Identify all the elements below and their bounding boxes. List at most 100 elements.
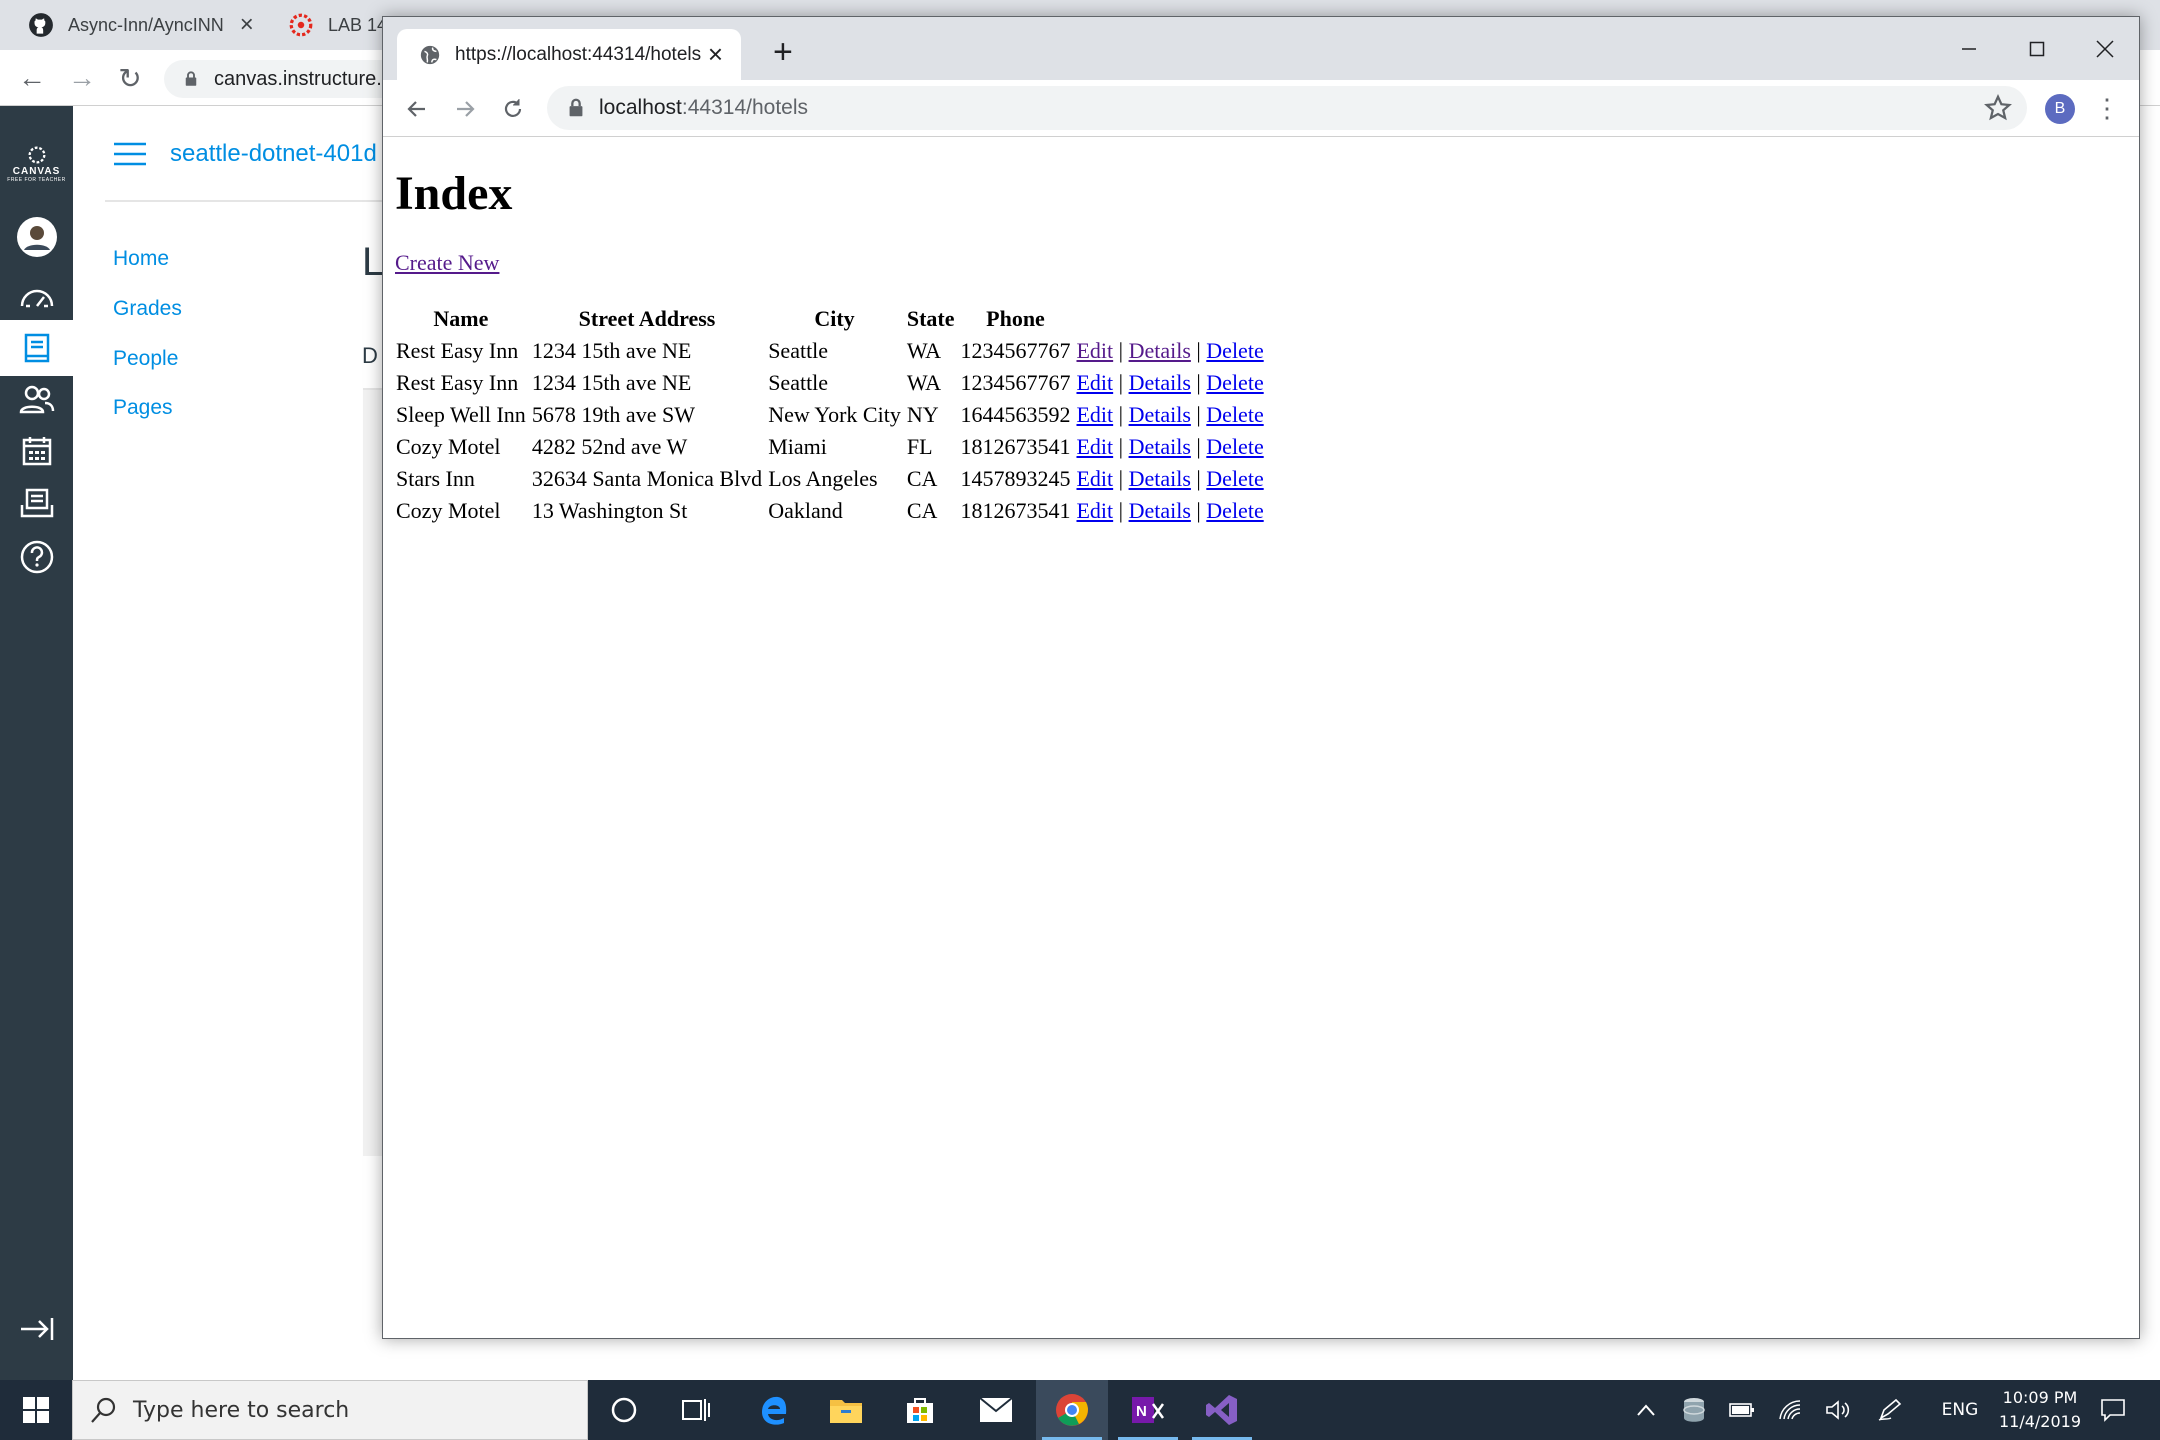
cell-phone: 1812673541 [960, 434, 1071, 459]
taskbar-mail[interactable] [960, 1380, 1032, 1440]
course-nav-pages[interactable]: Pages [113, 396, 173, 420]
notification-icon [2101, 1399, 2125, 1422]
cell-street: 32634 Santa Monica Blvd [531, 466, 763, 491]
delete-link[interactable]: Delete [1206, 402, 1263, 427]
groups-nav[interactable] [0, 374, 73, 424]
canvas-global-nav: CANVAS FREE FOR TEACHER [0, 106, 73, 1380]
collapse-nav[interactable] [0, 1304, 73, 1354]
bookmark-star-icon[interactable] [1983, 93, 2013, 123]
column-header-actions [1074, 303, 1265, 335]
edit-link[interactable]: Edit [1076, 434, 1113, 459]
close-icon[interactable]: × [240, 11, 254, 39]
courses-icon [24, 333, 49, 363]
network-status[interactable] [1772, 1380, 1808, 1440]
calendar-nav[interactable] [0, 426, 73, 476]
taskbar-file-explorer[interactable] [810, 1380, 882, 1440]
action-center[interactable] [2090, 1380, 2136, 1440]
cell-state: FL [906, 434, 933, 459]
minimize-icon[interactable] [1949, 29, 1989, 69]
account-avatar[interactable] [0, 212, 73, 262]
cortana-button[interactable] [588, 1380, 660, 1440]
course-nav-home[interactable]: Home [113, 247, 169, 271]
taskbar-search-input[interactable]: Type here to search [72, 1380, 588, 1440]
details-link[interactable]: Details [1129, 466, 1191, 491]
details-link[interactable]: Details [1129, 498, 1191, 523]
task-view-icon [682, 1399, 710, 1421]
cell-phone: 1234567767 [960, 370, 1071, 395]
taskbar-chrome[interactable] [1036, 1380, 1108, 1440]
maximize-icon[interactable] [2017, 29, 2057, 69]
edit-link[interactable]: Edit [1076, 370, 1113, 395]
profile-avatar[interactable]: B [2045, 94, 2075, 124]
forward-arrow-icon[interactable]: → [64, 60, 100, 96]
page-content: Index Create New Name Street Address Cit… [383, 138, 2139, 1338]
details-link[interactable]: Details [1129, 338, 1191, 363]
canvas-logo-subtext: FREE FOR TEACHER [7, 176, 66, 183]
cell-phone: 1457893245 [960, 466, 1071, 491]
table-row: Sleep Well Inn 5678 19th ave SW New York C… [394, 399, 1266, 431]
create-new-link[interactable]: Create New [395, 250, 499, 276]
battery-status[interactable] [1724, 1380, 1760, 1440]
edit-link[interactable]: Edit [1076, 338, 1113, 363]
canvas-logo[interactable]: CANVAS FREE FOR TEACHER [0, 128, 73, 198]
start-button[interactable] [0, 1380, 72, 1440]
courses-nav[interactable] [0, 320, 73, 376]
reload-icon[interactable]: ↻ [112, 60, 148, 96]
taskbar-onenote[interactable]: N [1112, 1380, 1184, 1440]
bg-tab-canvas[interactable]: LAB 14 [288, 0, 387, 50]
edit-link[interactable]: Edit [1076, 402, 1113, 427]
help-icon [20, 540, 53, 574]
canvas-logo-icon [28, 146, 45, 163]
taskbar-edge[interactable] [738, 1380, 810, 1440]
delete-link[interactable]: Delete [1206, 498, 1263, 523]
cell-actions: Edit | Details | Delete [1074, 335, 1265, 367]
mail-icon [979, 1397, 1013, 1422]
inbox-nav[interactable] [0, 478, 73, 528]
hamburger-menu-icon[interactable] [113, 141, 147, 167]
lock-icon[interactable] [565, 97, 587, 119]
pen-workspace[interactable] [1870, 1380, 1910, 1440]
delete-link[interactable]: Delete [1206, 370, 1263, 395]
details-link[interactable]: Details [1129, 370, 1191, 395]
reload-icon[interactable] [493, 89, 533, 129]
more-menu-icon[interactable]: ⋮ [2094, 93, 2120, 123]
cell-state: WA [906, 370, 942, 395]
course-nav-grades[interactable]: Grades [113, 297, 182, 321]
cell-actions: Edit | Details | Delete [1074, 431, 1265, 463]
back-arrow-icon[interactable]: ← [14, 60, 50, 96]
dashboard-nav[interactable] [0, 270, 73, 320]
back-arrow-icon[interactable] [397, 89, 437, 129]
bg-tab-github[interactable]: Async-Inn/AyncINN × [28, 0, 254, 50]
cell-phone: 1812673541 [960, 498, 1071, 523]
browser-window: https://localhost:44314/hotels × + local… [382, 16, 2140, 1339]
delete-link[interactable]: Delete [1206, 434, 1263, 459]
canvas-content-panel [363, 390, 383, 1156]
column-header-city: City [814, 306, 855, 331]
cell-phone: 1234567767 [960, 338, 1071, 363]
new-tab-button[interactable]: + [773, 33, 793, 72]
cell-city: New York City [768, 402, 901, 427]
edit-link[interactable]: Edit [1076, 466, 1113, 491]
taskbar-store[interactable] [884, 1380, 956, 1440]
close-tab-icon[interactable]: × [708, 39, 723, 70]
details-link[interactable]: Details [1129, 434, 1191, 459]
taskbar-visual-studio[interactable] [1186, 1380, 1258, 1440]
address-bar[interactable]: localhost:44314/hotels [547, 86, 2027, 130]
window-close-icon[interactable] [2085, 29, 2125, 69]
show-hidden-icons[interactable] [1628, 1380, 1664, 1440]
task-view-button[interactable] [660, 1380, 732, 1440]
tray-app[interactable] [1676, 1380, 1712, 1440]
onenote-icon: N [1132, 1397, 1165, 1423]
delete-link[interactable]: Delete [1206, 338, 1263, 363]
details-link[interactable]: Details [1129, 402, 1191, 427]
cell-state: WA [906, 338, 942, 363]
help-nav[interactable] [0, 532, 73, 582]
course-nav-people[interactable]: People [113, 347, 178, 371]
delete-link[interactable]: Delete [1206, 466, 1263, 491]
course-breadcrumb[interactable]: seattle-dotnet-401d [170, 140, 377, 168]
tab-hotels[interactable]: https://localhost:44314/hotels × [397, 29, 741, 80]
clock[interactable]: 10:09 PM 11/4/2019 [1980, 1380, 2100, 1440]
edit-link[interactable]: Edit [1076, 498, 1113, 523]
volume-control[interactable] [1820, 1380, 1856, 1440]
forward-arrow-icon[interactable] [445, 89, 485, 129]
